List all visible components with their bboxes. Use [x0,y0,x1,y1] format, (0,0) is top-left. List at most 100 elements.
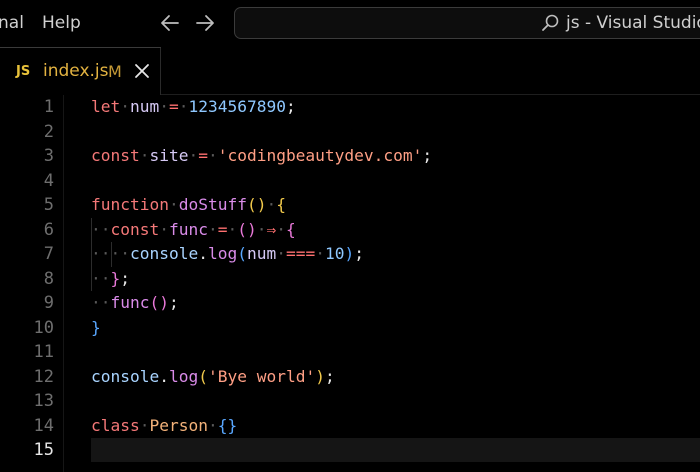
line-number: 3 [43,146,54,166]
whitespace-dot: ·· [91,268,111,288]
token-variable: num [246,244,277,263]
token-keyword: let [91,97,121,116]
token-paren: () [237,219,257,239]
token-string: 'Bye world' [207,366,316,386]
code-editor[interactable]: 1 2 3 4 5 6 7 8 9 10 11 12 13 14 15 let·… [0,95,700,472]
token-punct: ; [120,268,130,288]
token-variable: site [149,146,189,165]
token-function: doStuff [178,195,247,214]
token-function: log [168,366,199,386]
line-number: 4 [43,170,54,191]
token-punct: ; [285,97,296,116]
token-object: console [91,366,160,386]
line-number: 2 [43,121,54,142]
whitespace-dot: · [159,219,169,239]
whitespace-dot: · [315,244,325,263]
javascript-file-icon: JS [16,64,31,79]
whitespace-dot: · [266,195,277,214]
line-number: 10 [33,317,54,338]
token-function: log [207,244,238,263]
window-title: js - Visual Studio C [566,13,700,33]
whitespace-dot: · [227,219,238,239]
line-number: 9 [43,293,54,313]
whitespace-dot: · [188,146,199,165]
token-punct: ; [168,293,179,312]
token-paren: ) [344,244,355,263]
token-operator: === [285,244,316,263]
back-arrow-icon[interactable] [158,11,182,35]
whitespace-dot: · [168,195,179,214]
whitespace-dot: · [159,97,169,116]
whitespace-dot: · [178,97,189,116]
token-number: 10 [324,244,345,263]
token-brace: { [276,195,286,214]
code-line-10: } [91,316,101,340]
title-bar: nal Help js - Visual Studio C [0,0,700,47]
gutter-divider [63,95,64,472]
token-arrow: ⇒ [266,219,277,239]
token-operator: = [198,146,208,165]
token-brace: {} [217,415,238,435]
token-keyword: const [91,146,140,165]
code-line-8: ··}; [91,267,130,291]
token-punct: ; [422,146,433,165]
whitespace-dot: ···· [91,244,130,263]
token-paren: () [149,293,169,312]
forward-arrow-icon[interactable] [193,11,217,35]
token-dot: . [159,366,169,386]
line-number: 8 [43,268,54,289]
close-icon[interactable] [133,62,151,80]
token-function: func [110,293,150,312]
line-number: 1 [43,97,54,117]
tab-index-js[interactable]: JS index.js M [0,47,161,95]
token-brace: { [285,219,296,239]
token-keyword: const [110,219,160,239]
line-number: 12 [33,366,54,387]
command-center-search[interactable]: js - Visual Studio C [234,7,700,39]
token-paren: ( [237,244,247,263]
token-variable: num [130,97,160,116]
tab-bar: JS index.js M [0,47,700,95]
whitespace-dot: · [207,219,218,239]
token-number: 1234567890 [188,97,286,116]
token-object: console [129,244,199,263]
token-brace: } [91,317,101,337]
token-keyword: class [91,415,140,435]
line-number-active: 15 [33,440,54,460]
code-line-6: ··const·func·=·()·⇒·{ [91,218,296,242]
token-operator: = [169,97,179,116]
whitespace-dot: · [207,415,218,435]
whitespace-dot: · [120,97,130,116]
code-line-14: class·Person·{} [91,414,237,438]
code-line-12: console.log('Bye world'); [91,365,335,389]
token-operator: = [217,219,228,239]
search-icon [542,14,559,31]
token-paren: () [246,195,267,214]
token-punct: ; [324,366,335,386]
token-paren: ( [198,366,208,386]
token-class-name: Person [149,415,208,435]
whitespace-dot: ·· [91,219,111,239]
token-paren: ) [315,366,325,386]
code-line-3: const·site·=·'codingbeautydev.com'; [91,144,432,168]
code-line-9: ··func(); [91,291,179,315]
token-dot: . [198,244,208,263]
code-area[interactable]: let·num·=·1234567890; const·site·=·'codi… [91,95,700,472]
whitespace-dot: · [256,219,267,239]
line-number: 6 [43,219,54,240]
menu-terminal[interactable]: nal [0,13,24,33]
whitespace-dot: ·· [91,293,111,312]
code-line-1: let·num·=·1234567890; [91,95,296,119]
modified-badge: M [108,62,122,81]
code-line-7: ····console.log(num·===·10); [91,242,364,266]
whitespace-dot: · [276,244,286,263]
whitespace-dot: · [276,219,286,239]
menu-help[interactable]: Help [42,13,81,33]
whitespace-dot: · [207,146,218,165]
line-number-gutter: 1 2 3 4 5 6 7 8 9 10 11 12 13 14 15 [0,95,62,472]
line-number: 14 [33,415,54,436]
line-number: 11 [33,342,54,362]
token-punct: ; [354,244,364,263]
code-line-5: function·doStuff()·{ [91,193,286,217]
line-number: 13 [33,391,54,411]
